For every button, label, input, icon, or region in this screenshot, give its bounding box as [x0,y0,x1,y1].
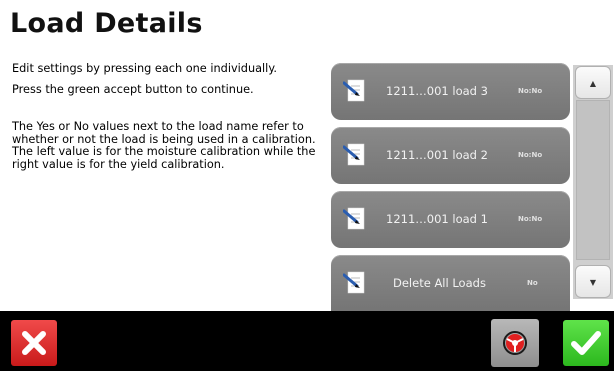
delete-all-loads-button[interactable]: Delete All Loads No [331,255,570,311]
scroll-up-button[interactable]: ▲ [575,66,611,99]
load-item-flag: No [527,279,538,287]
load-item-flag: No:No [518,215,543,223]
document-pencil-icon [343,207,365,230]
load-item-label: 1211…001 load 3 [386,84,488,98]
document-pencil-icon [343,271,365,294]
load-item-label: Delete All Loads [393,276,486,290]
checkmark-icon [571,331,601,355]
load-item-flag: No:No [518,87,543,95]
arrow-up-icon: ▲ [589,79,597,88]
instruction-accept: Press the green accept button to continu… [12,82,254,96]
instruction-edit-settings: Edit settings by pressing each one indiv… [12,62,277,75]
load-item-flag: No:No [518,151,543,159]
load-item-label: 1211…001 load 2 [386,148,488,162]
instruction-yes-no-explanation: The Yes or No values next to the load na… [12,120,316,171]
load-details-screen: Load Details Edit settings by pressing e… [0,0,614,311]
x-icon [22,331,46,355]
document-pencil-icon [343,79,365,102]
page-title: Load Details [10,8,203,39]
steering-button[interactable] [491,319,539,367]
load-item-load-1[interactable]: 1211…001 load 1 No:No [331,191,570,248]
cancel-button[interactable] [11,320,57,366]
arrow-down-icon: ▼ [589,278,597,287]
steering-wheel-icon [503,331,527,355]
load-item-load-3[interactable]: 1211…001 load 3 No:No [331,63,570,120]
load-item-label: 1211…001 load 1 [386,212,488,226]
accept-button[interactable] [563,320,609,366]
scrollbar-thumb[interactable] [576,100,610,260]
document-pencil-icon [343,143,365,166]
instructions-panel: Edit settings by pressing each one indiv… [12,62,324,171]
scroll-down-button[interactable]: ▼ [575,265,611,298]
load-item-load-2[interactable]: 1211…001 load 2 No:No [331,127,570,184]
